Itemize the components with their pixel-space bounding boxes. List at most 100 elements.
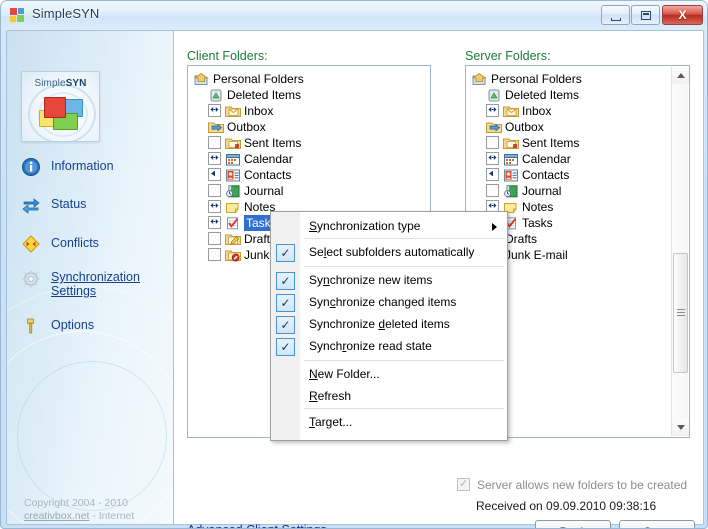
menu-item-sync-deleted[interactable]: Synchronize deleted items: [271, 314, 509, 336]
server-allows-checkbox: [457, 477, 470, 491]
menu-item-label: Select subfolders automatically: [309, 245, 475, 259]
scrollbar-thumb[interactable]: [673, 253, 688, 373]
menu-item-sync-new[interactable]: Synchronize new items: [271, 270, 509, 292]
tree-row[interactable]: Personal Folders: [188, 71, 430, 87]
sidebar-item-label: Status: [51, 197, 87, 211]
menu-item-label: Target...: [309, 415, 353, 429]
tree-row-label: Junk E-mail: [505, 248, 568, 262]
menu-item-label: Synchronize new items: [309, 273, 433, 287]
advanced-client-settings-link[interactable]: Advanced Client Settings: [187, 523, 327, 528]
tree-row[interactable]: Inbox: [466, 103, 689, 119]
sync-state-checkbox[interactable]: [208, 104, 221, 117]
menu-item-sync-read[interactable]: Synchronize read state: [271, 336, 509, 358]
sync-state-checkbox[interactable]: [486, 184, 499, 197]
server-allows-new-folders: Server allows new folders to be created: [457, 477, 687, 492]
sent-icon: [503, 136, 519, 150]
sync-state-checkbox[interactable]: [208, 184, 221, 197]
hammer-icon: [21, 316, 43, 338]
journal-icon: [503, 184, 519, 198]
copyright-line2: creativbox.net - Internet: [24, 510, 135, 522]
window-title: SimpleSYN: [32, 6, 100, 21]
menu-item-sync-type[interactable]: Synchronization type: [271, 216, 509, 238]
scroll-down-button[interactable]: [672, 419, 689, 436]
tree-row-label: Outbox: [505, 120, 544, 134]
sync-state-checkbox[interactable]: [486, 136, 499, 149]
tree-row-label: Notes: [522, 200, 554, 214]
tree-row[interactable]: Calendar: [188, 151, 430, 167]
tree-row-label: Personal Folders: [491, 72, 582, 86]
tree-scrollbar[interactable]: [671, 67, 689, 436]
close-button[interactable]: X: [662, 5, 703, 25]
server-folders-label: Server Folders:: [465, 49, 551, 63]
menu-item-label: New Folder...: [309, 367, 380, 381]
tree-row-label: Sent Items: [244, 136, 302, 150]
tree-row[interactable]: Sent Items: [188, 135, 430, 151]
menu-item-label: Synchronization type: [309, 219, 421, 233]
tree-row[interactable]: Contacts: [188, 167, 430, 183]
menu-checkmark-icon: [276, 244, 295, 262]
tree-row[interactable]: Journal: [188, 183, 430, 199]
inbox-icon: [225, 104, 241, 118]
conflict-diamond-icon: [21, 234, 43, 256]
scroll-up-button[interactable]: [672, 67, 689, 84]
tree-row[interactable]: Deleted Items: [188, 87, 430, 103]
sync-left-arrow-icon: [209, 169, 220, 180]
tree-row-label: Tasks: [522, 216, 553, 230]
menu-item-refresh[interactable]: Refresh: [271, 386, 509, 408]
calendar-icon: [225, 152, 241, 166]
tree-row[interactable]: Outbox: [466, 119, 689, 135]
decor-swirl: [17, 361, 167, 511]
creativbox-link[interactable]: creativbox.net: [24, 510, 89, 522]
sync-state-checkbox[interactable]: [208, 248, 221, 261]
context-menu[interactable]: Synchronization type Select subfolders au…: [270, 211, 508, 441]
close-icon: X: [678, 8, 687, 22]
app-logo-icon: [10, 8, 25, 23]
journal-icon: [225, 184, 241, 198]
tree-row-label: Contacts: [244, 168, 292, 182]
minimize-button[interactable]: [601, 5, 630, 25]
sync-both-arrows-icon: [487, 105, 498, 116]
notes-icon: [225, 200, 241, 214]
tree-row[interactable]: Journal: [466, 183, 689, 199]
back-button[interactable]: Back: [535, 520, 611, 528]
maximize-button[interactable]: [631, 5, 660, 25]
copyright-line3: Solutions: [24, 523, 164, 524]
sync-arrows-icon: [21, 195, 43, 217]
tree-row[interactable]: Calendar: [466, 151, 689, 167]
sync-state-checkbox[interactable]: [208, 200, 221, 213]
menu-item-label: Synchronize deleted items: [309, 317, 450, 331]
sidebar-item-label: Conflicts: [51, 236, 99, 250]
menu-item-new-folder[interactable]: New Folder...: [271, 364, 509, 386]
menu-item-sync-changed[interactable]: Synchronize changed items: [271, 292, 509, 314]
menu-checkmark-icon: [276, 294, 295, 312]
tree-row[interactable]: Sent Items: [466, 135, 689, 151]
tree-row[interactable]: Inbox: [188, 103, 430, 119]
tasks-icon: [225, 216, 241, 230]
tree-row-label: Personal Folders: [213, 72, 304, 86]
tree-row-label: Outbox: [227, 120, 266, 134]
sync-state-checkbox[interactable]: [208, 136, 221, 149]
tree-row[interactable]: Deleted Items: [466, 87, 689, 103]
tree-row[interactable]: Outbox: [188, 119, 430, 135]
sync-both-arrows-icon: [487, 153, 498, 164]
grip-icon: [677, 309, 685, 317]
chevron-down-icon: [676, 425, 685, 430]
sync-state-checkbox[interactable]: [208, 216, 221, 229]
tree-row[interactable]: Personal Folders: [466, 71, 689, 87]
tree-row-label: Inbox: [522, 104, 552, 118]
tree-row[interactable]: Contacts: [466, 167, 689, 183]
sidebar: SimpleSYN Information Status Conflicts S…: [7, 31, 174, 524]
tree-row-label: Drafts: [505, 232, 538, 246]
sync-state-checkbox[interactable]: [208, 232, 221, 245]
save-button[interactable]: Save: [619, 520, 695, 528]
info-icon: [21, 157, 43, 179]
received-timestamp: Received on 09.09.2010 09:38:16: [476, 499, 657, 513]
sync-state-checkbox[interactable]: [486, 168, 499, 181]
sync-state-checkbox[interactable]: [208, 152, 221, 165]
menu-item-target[interactable]: Target...: [271, 412, 509, 434]
sync-state-checkbox[interactable]: [486, 104, 499, 117]
sync-state-checkbox[interactable]: [486, 152, 499, 165]
sync-state-checkbox[interactable]: [208, 168, 221, 181]
personal-folders-icon: [471, 72, 488, 86]
menu-item-select-subfolders[interactable]: Select subfolders automatically: [271, 242, 509, 264]
